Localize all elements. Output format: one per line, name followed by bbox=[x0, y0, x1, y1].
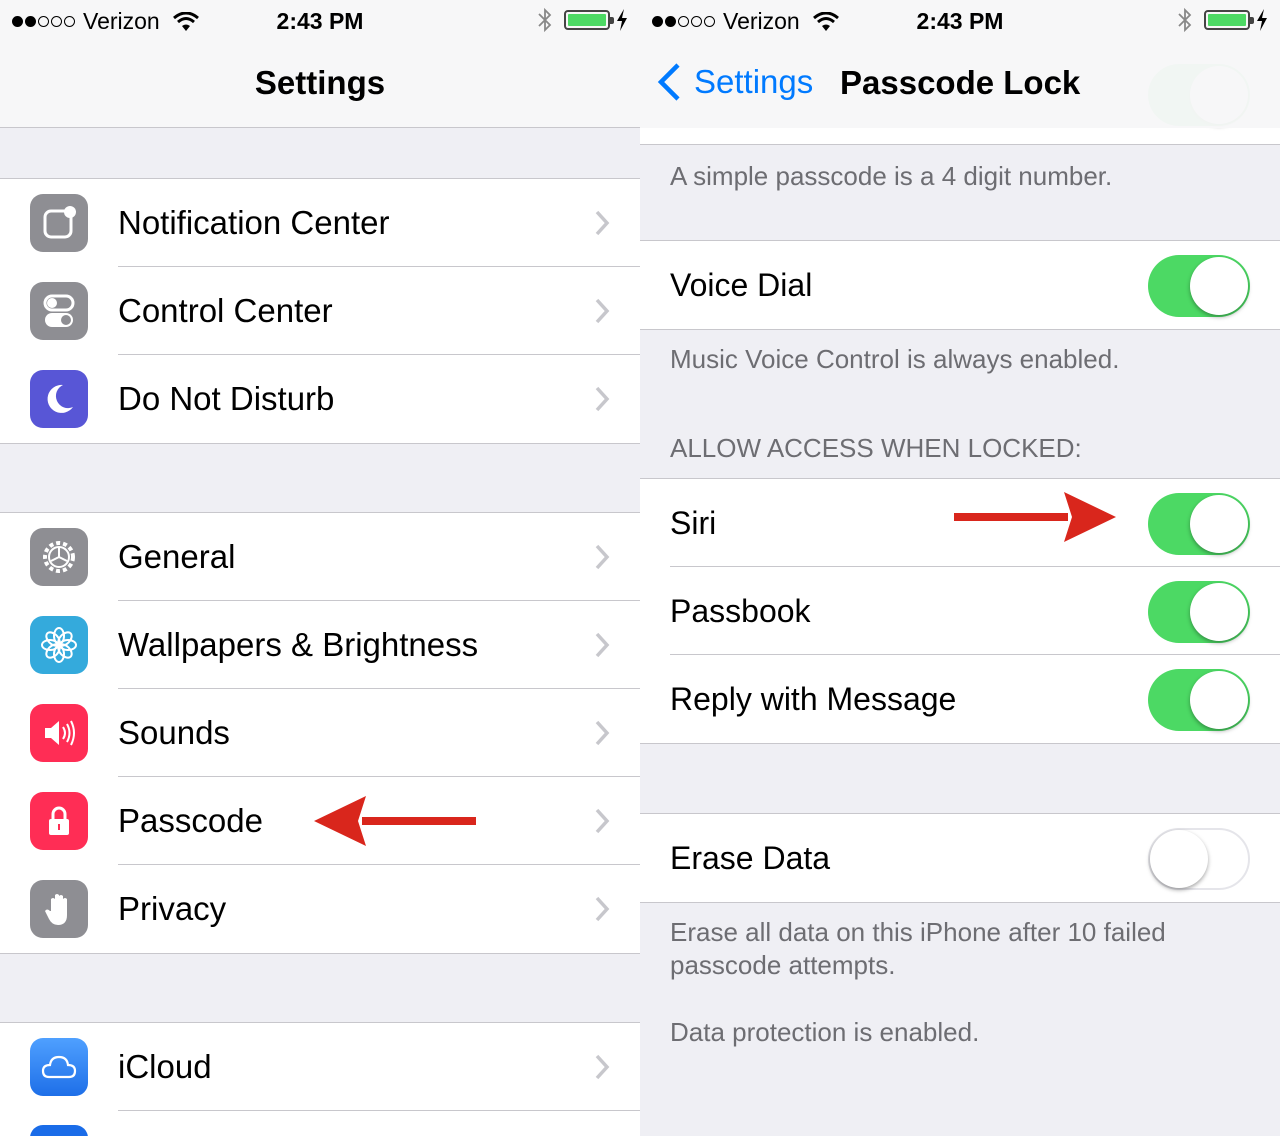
row-label: Passbook bbox=[670, 592, 811, 629]
voice-dial-group: Voice Dial bbox=[640, 240, 1280, 330]
battery-icon bbox=[1204, 10, 1254, 30]
reply-with-message-toggle[interactable] bbox=[1148, 669, 1250, 731]
lock-icon bbox=[30, 792, 88, 850]
voice-dial-row: Voice Dial bbox=[640, 241, 1280, 329]
chevron-right-icon bbox=[595, 1054, 610, 1080]
settings-row-do-not-disturb[interactable]: Do Not Disturb bbox=[0, 355, 640, 443]
gear-icon bbox=[30, 528, 88, 586]
voice-dial-toggle[interactable] bbox=[1148, 255, 1250, 317]
row-label: Wallpapers & Brightness bbox=[118, 626, 479, 663]
chevron-right-icon bbox=[595, 808, 610, 834]
charging-bolt-icon bbox=[1257, 9, 1267, 31]
voice-control-footer: Music Voice Control is always enabled. bbox=[670, 344, 1120, 374]
passcode-lock-screen: Verizon 2:43 PM Settings Passcode Lock A… bbox=[640, 0, 1280, 1136]
erase-data-group: Erase Data bbox=[640, 813, 1280, 903]
chevron-right-icon bbox=[595, 210, 610, 236]
row-label: Control Center bbox=[118, 292, 333, 329]
settings-row-icloud[interactable]: iCloud bbox=[0, 1023, 640, 1111]
row-label: Notification Center bbox=[118, 204, 390, 241]
erase-data-toggle[interactable] bbox=[1148, 828, 1250, 890]
data-protection-footer: Data protection is enabled. bbox=[670, 1017, 980, 1047]
settings-group-system: Notification Center Control Center Do No… bbox=[0, 178, 640, 444]
charging-bolt-icon bbox=[617, 9, 627, 31]
row-label: Privacy bbox=[118, 890, 227, 927]
simple-passcode-footer: A simple passcode is a 4 digit number. bbox=[670, 161, 1113, 191]
siri-toggle[interactable] bbox=[1148, 493, 1250, 555]
chevron-right-icon bbox=[595, 298, 610, 324]
passbook-row: Passbook bbox=[640, 567, 1280, 655]
reply-with-message-row: Reply with Message bbox=[640, 655, 1280, 743]
row-label: iCloud bbox=[118, 1048, 212, 1085]
settings-row-privacy[interactable]: Privacy bbox=[0, 865, 640, 953]
row-label: Erase Data bbox=[670, 839, 831, 876]
hand-icon bbox=[30, 880, 88, 938]
row-label: Voice Dial bbox=[670, 266, 813, 303]
navigation-bar: Settings Passcode Lock bbox=[640, 40, 1280, 128]
row-label: Do Not Disturb bbox=[118, 380, 335, 417]
settings-row-notification-center[interactable]: Notification Center bbox=[0, 179, 640, 267]
settings-row-wallpapers-brightness[interactable]: Wallpapers & Brightness bbox=[0, 601, 640, 689]
page-title: Settings bbox=[254, 64, 386, 101]
row-label: Reply with Message bbox=[670, 680, 957, 717]
speaker-icon bbox=[30, 704, 88, 762]
chevron-right-icon bbox=[595, 632, 610, 658]
bluetooth-icon bbox=[538, 7, 552, 33]
cloud-icon bbox=[30, 1038, 88, 1096]
chevron-right-icon bbox=[595, 544, 610, 570]
annotation-arrow-left bbox=[314, 796, 476, 846]
passbook-toggle[interactable] bbox=[1148, 581, 1250, 643]
section-header-locked: ALLOW ACCESS WHEN LOCKED: bbox=[670, 433, 1082, 463]
settings-row-sounds[interactable]: Sounds bbox=[0, 689, 640, 777]
settings-row-general[interactable]: General bbox=[0, 513, 640, 601]
chevron-left-icon bbox=[657, 63, 680, 101]
chevron-right-icon bbox=[595, 896, 610, 922]
control-center-icon bbox=[30, 282, 88, 340]
status-bar: Verizon 2:43 PM bbox=[640, 0, 1280, 40]
status-bar: Verizon 2:43 PM bbox=[0, 0, 640, 40]
chevron-right-icon bbox=[595, 386, 610, 412]
row-label: General bbox=[118, 538, 236, 575]
annotation-arrow-right bbox=[954, 492, 1116, 542]
bluetooth-icon bbox=[1178, 7, 1192, 33]
erase-data-row: Erase Data bbox=[640, 814, 1280, 902]
row-label: Siri bbox=[670, 504, 717, 541]
settings-screen: Verizon 2:43 PM Settings Notification Ce… bbox=[0, 0, 640, 1136]
erase-data-footer: Erase all data on this iPhone after 10 f… bbox=[670, 917, 1166, 980]
flower-icon bbox=[30, 616, 88, 674]
settings-row-partial[interactable] bbox=[0, 1111, 640, 1136]
settings-group-device: General Wallpapers & Brightness Sounds P… bbox=[0, 512, 640, 954]
chevron-right-icon bbox=[595, 720, 610, 746]
back-label: Settings bbox=[694, 63, 814, 100]
app-store-icon bbox=[30, 1125, 88, 1136]
page-title: Passcode Lock bbox=[840, 64, 1081, 101]
navigation-bar: Settings bbox=[0, 40, 640, 128]
notification-center-icon bbox=[30, 194, 88, 252]
settings-group-accounts: iCloud bbox=[0, 1022, 640, 1136]
back-button[interactable]: Settings bbox=[656, 62, 813, 102]
settings-row-control-center[interactable]: Control Center bbox=[0, 267, 640, 355]
row-label: Sounds bbox=[118, 714, 230, 751]
moon-icon bbox=[30, 370, 88, 428]
battery-icon bbox=[564, 10, 614, 30]
row-label: Passcode bbox=[118, 802, 263, 839]
